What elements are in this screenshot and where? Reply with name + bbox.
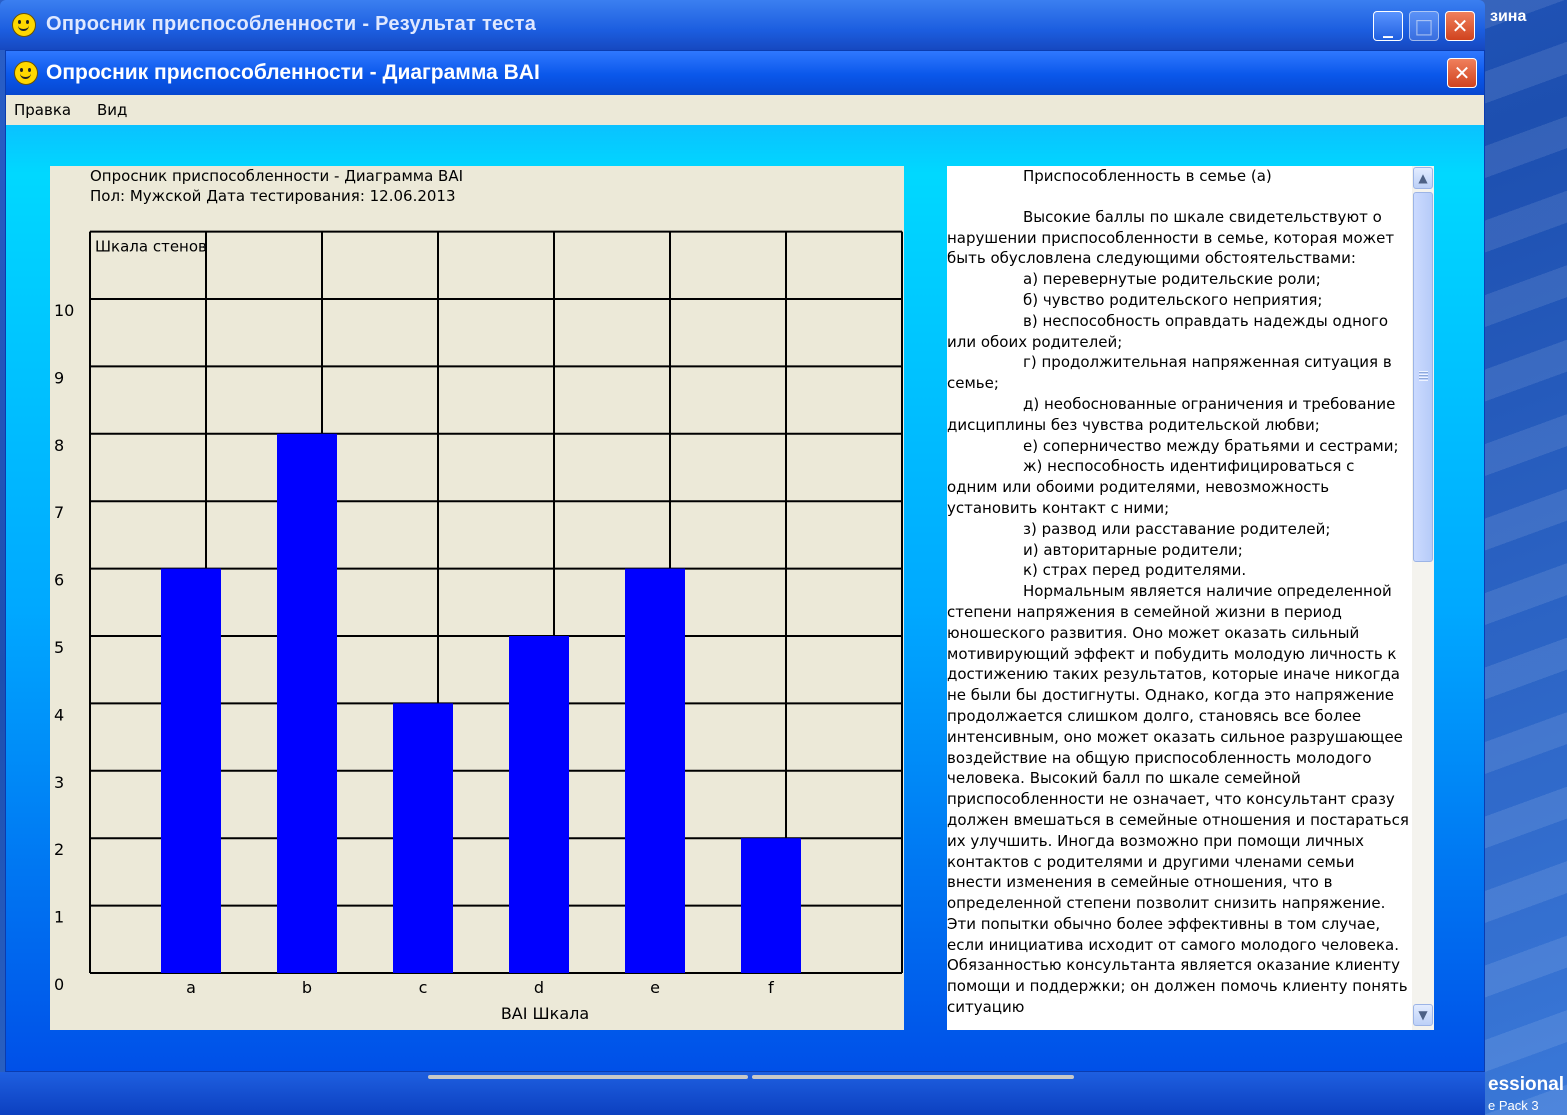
description-paragraph: Высокие баллы по шкале свидетельствуют о… <box>947 207 1395 268</box>
grip-icon <box>1419 371 1428 381</box>
back-close-button[interactable]: ✕ <box>1445 11 1475 41</box>
bar-d <box>509 636 569 973</box>
x-tick-label: e <box>650 978 660 997</box>
x-tick-label: c <box>419 978 428 997</box>
x-tick-label: d <box>534 978 544 997</box>
desktop-os-label: essional <box>1488 1074 1565 1095</box>
titlebar[interactable]: Опросник приспособленности - Диаграмма B… <box>6 51 1484 95</box>
scroll-up-button[interactable]: ▲ <box>1413 167 1433 189</box>
menu-bar: Правка Вид <box>6 95 1484 125</box>
scroll-down-button[interactable]: ▼ <box>1413 1004 1433 1026</box>
x-tick-label: f <box>768 978 774 997</box>
description-paragraph: е) соперничество между братьями и сестра… <box>1023 436 1399 455</box>
x-axis-label: BAI Шкала <box>501 1004 589 1023</box>
y-tick-label: 10 <box>54 301 74 320</box>
menu-view[interactable]: Вид <box>97 101 127 119</box>
description-paragraph: а) перевернутые родительские роли; <box>1023 270 1321 289</box>
x-tick-label: a <box>186 978 196 997</box>
bar-a <box>161 568 221 973</box>
chart-window: Опросник приспособленности - Диаграмма B… <box>5 50 1485 1072</box>
description-paragraph: д) необоснованные ограничения и требован… <box>947 394 1396 434</box>
y-tick-label: 4 <box>54 705 64 724</box>
chart-subtitle: Пол: Мужской Дата тестирования: 12.06.20… <box>90 187 456 205</box>
description-title: Приспособленность в семье (а) <box>1023 167 1272 185</box>
y-tick-label: 9 <box>54 368 64 387</box>
vertical-scrollbar[interactable]: ▲ ▼ <box>1412 166 1434 1030</box>
smiley-icon <box>14 61 38 85</box>
description-paragraph: ж) неспособность идентифицироваться с од… <box>947 457 1355 517</box>
minimize-button[interactable]: _ <box>1373 11 1403 41</box>
y-tick-label: 3 <box>54 773 64 792</box>
back-window-title: Опросник приспособленности - Результат т… <box>46 13 537 35</box>
y-tick-label: 6 <box>54 571 64 590</box>
taskbar-button[interactable] <box>752 1075 1074 1079</box>
description-paragraph: Нормальным является наличие определенной… <box>947 582 1409 1017</box>
bai-chart: 0 1 2 3 4 5 6 7 8 9 10 a b c d e f Шкала стенов BAI Шкала <box>54 230 903 1023</box>
y-tick-label: 8 <box>54 436 64 455</box>
description-paragraph: в) неспособность оправдать надежды одног… <box>947 311 1389 351</box>
description-paragraph: б) чувство родительского неприятия; <box>1023 290 1323 309</box>
smiley-icon <box>12 13 36 37</box>
taskbar-button[interactable] <box>428 1075 748 1079</box>
description-paragraph: г) продолжительная напряженная ситуация … <box>947 353 1392 393</box>
chart-title: Опросник приспособленности - Диаграмма B… <box>90 167 464 185</box>
close-button[interactable]: ✕ <box>1447 58 1477 88</box>
y-tick-label: 1 <box>54 908 64 927</box>
bar-b <box>277 433 337 973</box>
x-tick-label: b <box>302 978 312 997</box>
back-window[interactable]: Опросник приспособленности - Результат т… <box>0 0 1485 50</box>
menu-edit[interactable]: Правка <box>14 101 71 119</box>
description-paragraph: з) развод или расставание родителей; <box>1023 519 1331 538</box>
y-tick-label: 0 <box>54 975 64 994</box>
description-text: Приспособленность в семье (а) Высокие ба… <box>947 166 1409 1018</box>
maximize-button[interactable]: □ <box>1409 11 1439 41</box>
bar-c <box>393 703 453 973</box>
chart-panel: 0 1 2 3 4 5 6 7 8 9 10 a b c d e f Шкала стенов BAI Шкала … <box>50 166 904 1030</box>
bar-e <box>625 568 685 973</box>
y-tick-label: 5 <box>54 638 64 657</box>
y-tick-label: 2 <box>54 840 64 859</box>
y-tick-label: 7 <box>54 503 64 522</box>
description-paragraph: и) авторитарные родители; <box>1023 540 1243 559</box>
desktop-corner-text: зина <box>1490 8 1527 25</box>
bar-f <box>741 838 801 973</box>
description-panel[interactable]: Приспособленность в семье (а) Высокие ба… <box>947 166 1434 1030</box>
description-paragraph: к) страх перед родителями. <box>1023 561 1247 580</box>
y-axis-label: Шкала стенов <box>95 238 207 256</box>
desktop-background <box>1477 0 1567 1115</box>
scroll-thumb[interactable] <box>1413 192 1433 562</box>
window-title: Опросник приспособленности - Диаграмма B… <box>46 61 540 84</box>
desktop-os-sublabel: e Pack 3 <box>1488 1098 1539 1113</box>
